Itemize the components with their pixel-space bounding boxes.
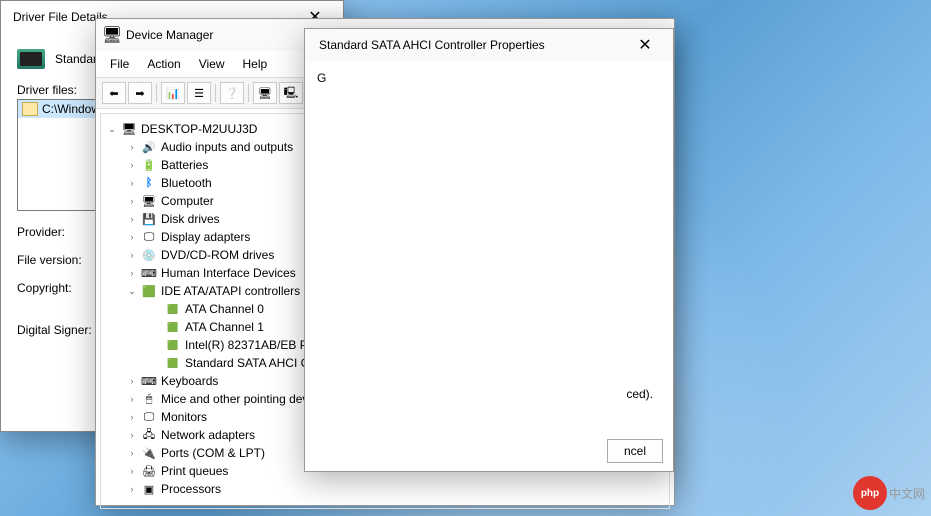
category-icon — [141, 373, 157, 389]
category-label: Bluetooth — [161, 176, 212, 190]
menu-file[interactable]: File — [102, 53, 137, 75]
category-label: Monitors — [161, 410, 207, 424]
device-icon — [165, 355, 181, 371]
back-button[interactable]: ⬅ — [102, 82, 126, 104]
hint-fragment: ced). — [626, 387, 653, 401]
device-label: ATA Channel 1 — [185, 320, 264, 334]
category-label: Audio inputs and outputs — [161, 140, 293, 154]
forward-button[interactable]: ➡ — [128, 82, 152, 104]
category-icon — [141, 193, 157, 209]
category-label: Processors — [161, 482, 221, 496]
root-label: DESKTOP-M2UUJ3D — [141, 122, 257, 136]
category-icon — [141, 229, 157, 245]
category-label: Batteries — [161, 158, 208, 172]
category-icon — [141, 463, 157, 479]
category-icon — [141, 481, 157, 497]
caret-icon[interactable]: › — [127, 214, 137, 224]
tab-fragment: G — [317, 71, 326, 85]
caret-icon[interactable]: › — [127, 250, 137, 260]
menu-action[interactable]: Action — [139, 53, 188, 75]
titlebar[interactable]: Standard SATA AHCI Controller Properties… — [305, 29, 673, 61]
tree-category[interactable]: › Processors — [105, 480, 665, 498]
device-icon — [165, 301, 181, 317]
caret-icon[interactable]: › — [127, 178, 137, 188]
cancel-button[interactable]: ncel — [607, 439, 663, 463]
caret-icon[interactable]: ⌄ — [127, 286, 137, 297]
caret-icon[interactable]: › — [127, 448, 137, 458]
devmgr-icon: 🖥 — [104, 27, 120, 43]
category-icon — [141, 157, 157, 173]
watermark-text: 中文网 — [889, 485, 925, 502]
caret-icon[interactable]: › — [127, 394, 137, 404]
caret-icon[interactable]: › — [127, 484, 137, 494]
help-button[interactable]: ❔ — [220, 82, 244, 104]
device-label: ATA Channel 0 — [185, 302, 264, 316]
category-icon — [141, 175, 157, 191]
category-icon — [141, 409, 157, 425]
properties-window: Standard SATA AHCI Controller Properties… — [304, 28, 674, 472]
category-icon — [141, 211, 157, 227]
caret-icon[interactable]: › — [127, 160, 137, 170]
category-label: IDE ATA/ATAPI controllers — [161, 284, 300, 298]
category-icon — [141, 445, 157, 461]
watermark: php 中文网 — [853, 476, 925, 510]
view-button[interactable]: ☰ — [187, 82, 211, 104]
caret-icon[interactable]: › — [127, 466, 137, 476]
category-label: DVD/CD-ROM drives — [161, 248, 274, 262]
category-icon — [141, 427, 157, 443]
scan-button[interactable]: 🖥 — [253, 82, 277, 104]
category-label: Display adapters — [161, 230, 250, 244]
caret-icon[interactable]: › — [127, 268, 137, 278]
uninstall-button[interactable]: 🖳 — [279, 82, 303, 104]
caret-icon[interactable]: › — [127, 376, 137, 386]
category-label: Human Interface Devices — [161, 266, 296, 280]
category-label: Keyboards — [161, 374, 218, 388]
close-icon[interactable]: ✕ — [625, 31, 665, 59]
category-label: Ports (COM & LPT) — [161, 446, 265, 460]
category-icon — [141, 391, 157, 407]
category-label: Network adapters — [161, 428, 255, 442]
category-icon — [141, 247, 157, 263]
caret-icon[interactable]: › — [127, 196, 137, 206]
menu-help[interactable]: Help — [235, 53, 276, 75]
category-label: Disk drives — [161, 212, 220, 226]
caret-icon[interactable]: ⌄ — [107, 124, 117, 135]
caret-icon[interactable]: › — [127, 232, 137, 242]
controller-icon — [17, 49, 45, 69]
category-icon — [141, 265, 157, 281]
properties-button[interactable]: 📊 — [161, 82, 185, 104]
computer-icon — [121, 121, 137, 137]
caret-icon[interactable]: › — [127, 142, 137, 152]
category-icon — [141, 139, 157, 155]
category-label: Computer — [161, 194, 214, 208]
category-icon — [141, 283, 157, 299]
properties-title: Standard SATA AHCI Controller Properties — [313, 38, 625, 52]
category-label: Print queues — [161, 464, 228, 478]
watermark-seal: php — [853, 476, 887, 510]
menu-view[interactable]: View — [191, 53, 233, 75]
caret-icon[interactable]: › — [127, 430, 137, 440]
device-icon — [165, 319, 181, 335]
caret-icon[interactable]: › — [127, 412, 137, 422]
device-icon — [165, 337, 181, 353]
